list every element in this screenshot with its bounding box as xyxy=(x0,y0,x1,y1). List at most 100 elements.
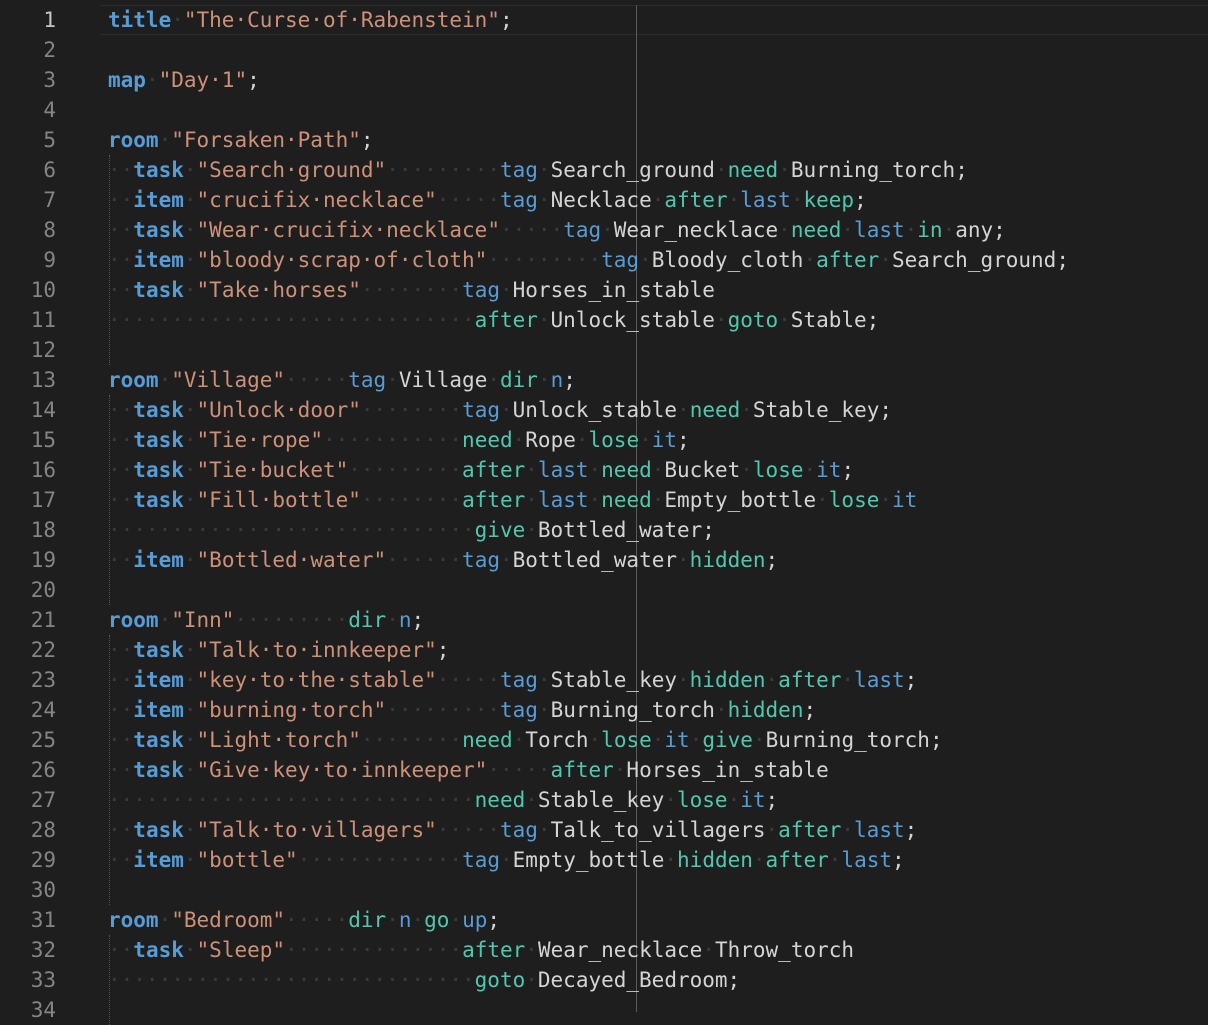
code-token: map xyxy=(108,68,146,92)
code-line[interactable]: ··task·"Fill·bottle"········after·last·n… xyxy=(108,485,917,515)
code-line[interactable]: title·"The·Curse·of·Rabenstein"; xyxy=(108,5,513,35)
code-token: Necklace xyxy=(550,188,652,212)
whitespace-marker: ·· xyxy=(108,248,134,272)
whitespace-marker: ····························· xyxy=(108,308,475,332)
code-line[interactable]: ··item·"crucifix·necklace"·····tag·Neckl… xyxy=(108,185,867,215)
code-token: "The·Curse·of·Rabenstein" xyxy=(183,8,500,32)
whitespace-marker: · xyxy=(183,728,197,752)
whitespace-marker: ·············· xyxy=(285,938,463,962)
code-token: "Light·torch" xyxy=(196,728,361,752)
code-line[interactable]: room·"Forsaken·Path"; xyxy=(108,125,374,155)
code-editor[interactable]: 1 2 3 4 5 6 7 8 9 10 11 12 13 14 15 16 17 18 19 20 21 22 23 24 2… xyxy=(0,0,1208,1025)
line-number: 12 xyxy=(30,338,56,362)
whitespace-marker: · xyxy=(601,218,614,242)
code-line[interactable]: ··task·"Wear·crucifix·necklace"·····tag·… xyxy=(108,215,1006,245)
whitespace-marker: · xyxy=(588,728,602,752)
code-line[interactable]: ·····························goto·Decaye… xyxy=(108,965,740,995)
code-token: tag xyxy=(462,548,500,572)
code-token: ; xyxy=(904,668,918,692)
whitespace-marker: ····· xyxy=(285,368,349,392)
code-line[interactable]: ··task·"Take·horses"········tag·Horses_i… xyxy=(108,275,715,305)
code-token: ; xyxy=(803,698,817,722)
whitespace-marker: · xyxy=(525,458,538,482)
code-line[interactable]: room·"Village"·····tag·Village·dir·n; xyxy=(108,365,576,395)
code-line[interactable]: room·"Inn"·········dir·n; xyxy=(108,605,424,635)
whitespace-marker: · xyxy=(525,518,538,542)
code-token: ; xyxy=(499,8,513,32)
whitespace-marker: ········ xyxy=(360,398,463,422)
whitespace-marker: ············· xyxy=(297,848,463,872)
whitespace-marker: ·· xyxy=(108,938,134,962)
code-token: give xyxy=(702,728,753,752)
whitespace-marker: ····· xyxy=(436,668,500,692)
whitespace-marker: · xyxy=(525,938,538,962)
whitespace-marker: · xyxy=(828,848,842,872)
code-line[interactable]: ··item·"bloody·scrap·of·cloth"·········t… xyxy=(108,245,1069,275)
code-token: Stable_key; xyxy=(752,398,892,422)
whitespace-marker: ·· xyxy=(108,728,134,752)
code-line[interactable]: ··item·"Bottled·water"······tag·Bottled_… xyxy=(108,545,778,575)
code-token: item xyxy=(133,248,184,272)
code-line[interactable]: ··task·"Light·torch"········need·Torch·l… xyxy=(108,725,943,755)
line-number: 31 xyxy=(30,908,56,932)
code-line[interactable]: ··item·"key·to·the·stable"·····tag·Stabl… xyxy=(108,665,917,695)
code-token: lose xyxy=(676,788,728,812)
code-line[interactable]: ··task·"Give·key·to·innkeeper"·····after… xyxy=(108,755,829,785)
whitespace-marker: · xyxy=(575,428,589,452)
code-token: "crucifix·necklace" xyxy=(196,188,437,212)
whitespace-marker: · xyxy=(714,308,728,332)
code-line[interactable]: ··task·"Tie·rope"···········need·Rope·lo… xyxy=(108,425,690,455)
whitespace-marker: · xyxy=(778,158,791,182)
code-line[interactable]: map·"Day·1"; xyxy=(108,65,260,95)
code-token: give xyxy=(474,518,526,542)
code-line[interactable]: ··item·"bottle"·············tag·Empty_bo… xyxy=(108,845,905,875)
line-number: 7 xyxy=(43,188,56,212)
whitespace-marker: · xyxy=(183,938,197,962)
whitespace-marker: · xyxy=(537,188,551,212)
code-line[interactable]: ··task·"Talk·to·villagers"·····tag·Talk_… xyxy=(108,815,917,845)
code-token: room xyxy=(108,908,159,932)
whitespace-marker: ········· xyxy=(348,458,463,482)
code-token: lose xyxy=(601,728,652,752)
code-token: ; xyxy=(904,818,918,842)
code-token: Burning_torch; xyxy=(765,728,943,752)
code-line[interactable]: ·····························give·Bottle… xyxy=(108,515,715,545)
code-token: ; xyxy=(411,608,425,632)
whitespace-marker: ····· xyxy=(499,218,564,242)
code-line[interactable]: ··task·"Talk·to·innkeeper"; xyxy=(108,635,449,665)
code-token: ; xyxy=(765,788,779,812)
code-line[interactable]: ·····························need·Stable… xyxy=(108,785,778,815)
code-token: last xyxy=(740,188,791,212)
code-token: item xyxy=(133,188,184,212)
whitespace-marker: ·· xyxy=(108,428,134,452)
code-token: after xyxy=(462,488,526,512)
whitespace-marker: · xyxy=(512,428,526,452)
whitespace-marker: ·· xyxy=(108,818,134,842)
code-token: task xyxy=(133,218,184,242)
line-number: 13 xyxy=(30,368,56,392)
whitespace-marker: · xyxy=(942,218,956,242)
code-token: hidden xyxy=(727,698,804,722)
whitespace-marker: · xyxy=(183,818,197,842)
whitespace-marker: · xyxy=(411,908,425,932)
line-number-gutter: 1 2 3 4 5 6 7 8 9 10 11 12 13 14 15 16 17 18 19 20 21 22 23 24 2… xyxy=(0,0,90,1022)
whitespace-marker: · xyxy=(752,848,766,872)
code-line[interactable]: ··task·"Unlock·door"········tag·Unlock_s… xyxy=(108,395,892,425)
code-token: keep xyxy=(803,188,855,212)
code-line[interactable]: room·"Bedroom"·····dir·n·go·up; xyxy=(108,905,500,935)
code-line[interactable]: ··task·"Tie·bucket"·········after·last·n… xyxy=(108,455,854,485)
code-token: task xyxy=(133,278,184,302)
code-line[interactable]: ··task·"Sleep"··············after·Wear_n… xyxy=(108,935,854,965)
code-line[interactable]: ··task·"Search·ground"·········tag·Searc… xyxy=(108,155,968,185)
code-token: "Day·1" xyxy=(158,68,248,92)
code-token: task xyxy=(133,818,184,842)
whitespace-marker: · xyxy=(803,248,817,272)
code-token: goto xyxy=(474,968,526,992)
code-token: Bloody_cloth xyxy=(651,248,804,272)
whitespace-marker: · xyxy=(639,248,652,272)
code-line[interactable]: ·····························after·Unloc… xyxy=(108,305,879,335)
line-number: 30 xyxy=(30,878,56,902)
code-line[interactable]: ··item·"burning·torch"·········tag·Burni… xyxy=(108,695,816,725)
code-token: it xyxy=(651,428,678,452)
whitespace-marker: · xyxy=(158,608,172,632)
